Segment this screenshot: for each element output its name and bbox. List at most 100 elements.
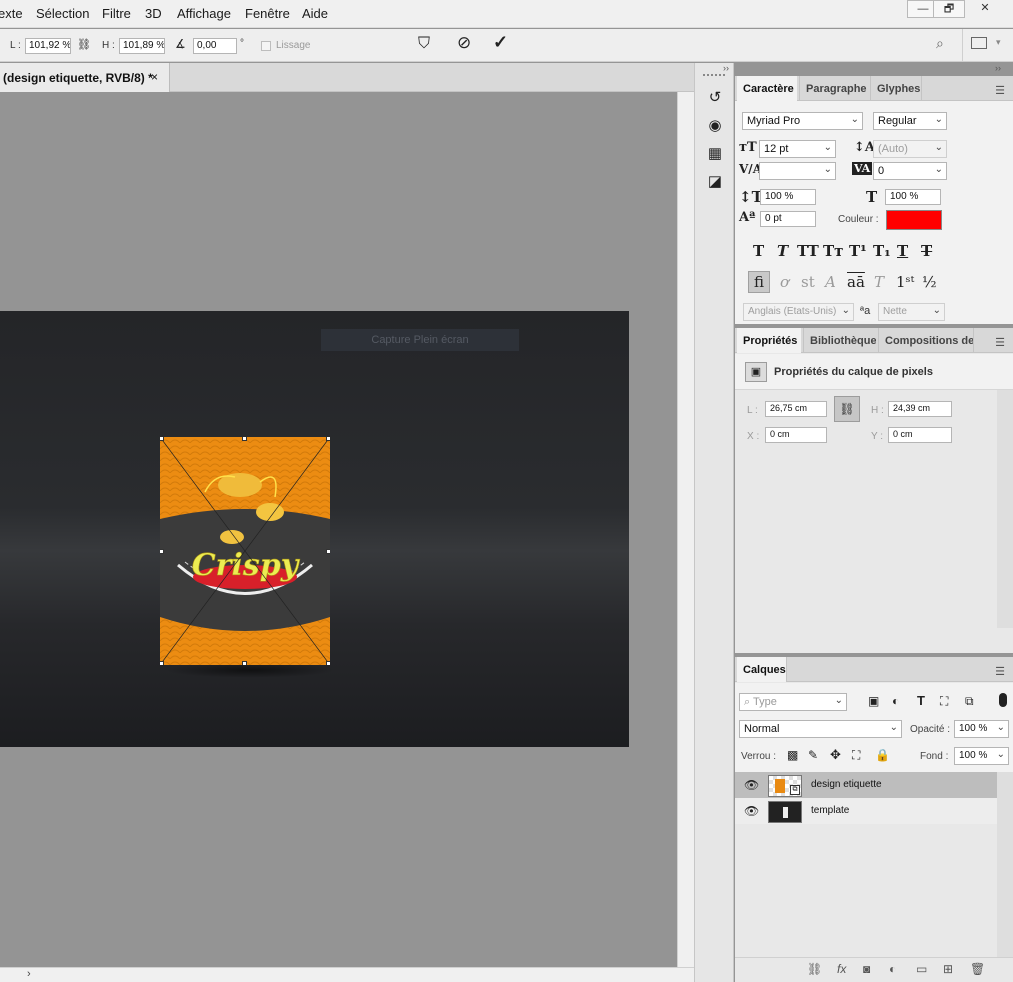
trash-icon[interactable]: 🗑 — [970, 962, 985, 976]
ordinals-icon[interactable]: 1ˢᵗ — [896, 273, 914, 291]
link-icon[interactable]: ⛓ — [77, 38, 91, 51]
new-group-icon[interactable]: ▭ — [916, 962, 927, 976]
all-caps-icon[interactable]: TT — [797, 242, 819, 260]
transform-handle[interactable] — [242, 437, 247, 441]
panel-menu-icon[interactable]: ☰ — [995, 336, 1005, 349]
language-select[interactable]: Anglais (Etats-Unis) ⌄ — [743, 303, 854, 321]
link-layers-icon[interactable]: ⛓ — [807, 962, 822, 976]
filter-adjustment-icon[interactable]: ◐ — [892, 694, 899, 708]
collapse-icon[interactable]: ›› — [723, 63, 729, 73]
history-icon[interactable]: ↺ — [705, 88, 725, 108]
fx-icon[interactable]: fx — [837, 962, 846, 976]
subscript-icon[interactable]: T₁ — [873, 242, 891, 260]
warp-icon[interactable]: ⛉ — [418, 35, 430, 53]
lock-artboard-icon[interactable]: ⛶ — [852, 748, 860, 763]
transform-handle[interactable] — [160, 661, 164, 665]
transform-handle[interactable] — [326, 661, 330, 665]
transform-handle[interactable] — [160, 549, 164, 554]
color-palette-icon[interactable]: ◉ — [705, 116, 725, 136]
tab-paragraphe[interactable]: Paragraphe — [799, 76, 869, 101]
lissage-checkbox[interactable] — [261, 41, 271, 51]
search-icon[interactable]: ⌕ — [936, 35, 944, 52]
transform-handle[interactable] — [160, 437, 164, 441]
document-tab[interactable]: (design etiquette, RVB/8) * × — [0, 63, 170, 92]
leading-field[interactable]: (Auto) ⌄ — [873, 140, 947, 158]
canvas-area[interactable]: Capture Plein écran Crispy — [0, 92, 677, 967]
filter-pixel-icon[interactable]: ▣ — [868, 694, 879, 708]
lock-transparency-icon[interactable]: ▩ — [787, 748, 798, 762]
label-design[interactable]: Crispy — [160, 437, 330, 665]
add-mask-icon[interactable]: ◙ — [863, 962, 870, 976]
old-style-icon[interactable]: ơ — [780, 273, 789, 291]
vertical-scrollbar[interactable] — [677, 92, 694, 967]
adjustment-layer-icon[interactable]: ◐ — [889, 962, 896, 976]
swatches-grid-icon[interactable]: ▦ — [705, 144, 725, 164]
antialias-select[interactable]: Nette ⌄ — [878, 303, 945, 321]
filter-toggle-icon[interactable] — [999, 693, 1007, 707]
stylistic-alternates-icon[interactable]: aā — [847, 273, 865, 291]
panel-menu-icon[interactable]: ☰ — [995, 84, 1005, 97]
menu-aide[interactable]: Aide — [302, 6, 328, 21]
chevron-down-icon[interactable]: ▾ — [996, 37, 1001, 48]
new-layer-icon[interactable]: ⊞ — [943, 962, 953, 976]
font-family-select[interactable]: Myriad Pro ⌄ — [742, 112, 863, 130]
lock-brush-icon[interactable]: ✎ — [808, 748, 818, 762]
close-window-button[interactable]: ✕ — [962, 0, 1008, 18]
eye-icon[interactable]: 👁 — [744, 778, 759, 792]
expand-icon[interactable]: ›› — [995, 63, 1001, 73]
transform-handle[interactable] — [326, 437, 330, 441]
strikethrough-icon[interactable]: T — [921, 242, 932, 260]
link-dimensions-icon[interactable]: ⛓ — [834, 396, 860, 422]
height-percent-field[interactable]: 101,89 % — [119, 38, 165, 54]
lock-move-icon[interactable]: ✥ — [830, 747, 841, 763]
horizontal-scale-field[interactable]: 100 % — [885, 189, 941, 205]
y-field[interactable]: 0 cm — [888, 427, 952, 443]
filter-shape-icon[interactable]: ⛶ — [940, 694, 948, 709]
small-caps-icon[interactable]: Tᴛ — [823, 242, 843, 260]
properties-scrollbar[interactable] — [997, 390, 1013, 628]
menu-selection[interactable]: Sélection — [36, 6, 89, 21]
cancel-transform-icon[interactable]: ⊘ — [457, 33, 471, 53]
height-cm-field[interactable]: 24,39 cm — [888, 401, 952, 417]
underline-icon[interactable]: T — [897, 242, 908, 260]
color-swatch[interactable] — [886, 210, 942, 230]
transform-handle[interactable] — [326, 549, 330, 554]
menu-texte[interactable]: exte — [0, 6, 23, 21]
superscript-icon[interactable]: T¹ — [849, 242, 867, 260]
vertical-scale-field[interactable]: 100 % — [760, 189, 816, 205]
angle-field[interactable]: 0,00 — [193, 38, 237, 54]
menu-fenetre[interactable]: Fenêtre — [245, 6, 290, 21]
panel-menu-icon[interactable]: ☰ — [995, 665, 1005, 678]
layer-filter-select[interactable]: ⌕ Type ⌄ — [739, 693, 847, 711]
faux-bold-icon[interactable]: T — [753, 242, 764, 260]
lock-all-icon[interactable]: 🔒 — [875, 748, 890, 762]
fractions-icon[interactable]: ½ — [922, 273, 937, 291]
tab-calques[interactable]: Calques — [737, 657, 787, 682]
menu-affichage[interactable]: Affichage — [177, 6, 231, 21]
layer-row-template[interactable]: 👁 template — [735, 798, 997, 824]
transform-handle[interactable] — [242, 661, 247, 665]
width-percent-field[interactable]: 101,92 % — [25, 38, 71, 54]
restore-button[interactable]: 🗗 — [933, 0, 965, 18]
baseline-field[interactable]: 0 pt — [760, 211, 816, 227]
tab-glyphes[interactable]: Glyphes — [870, 76, 922, 101]
tab-bibliotheques[interactable]: Bibliothèques — [803, 328, 876, 353]
adjustments-icon[interactable]: ◪ — [705, 172, 725, 192]
workspace-icon[interactable] — [971, 37, 987, 49]
x-field[interactable]: 0 cm — [765, 427, 827, 443]
opacity-field[interactable]: 100 % ⌄ — [954, 720, 1009, 738]
commit-transform-icon[interactable]: ✓ — [493, 32, 508, 53]
horizontal-scrollbar[interactable]: › — [0, 967, 694, 982]
chevron-right-icon[interactable]: › — [27, 968, 31, 980]
swash-icon[interactable]: A — [825, 273, 836, 291]
tab-caractere[interactable]: Caractère — [737, 76, 797, 101]
ligatures-icon[interactable]: fi — [748, 271, 770, 293]
menu-filtre[interactable]: Filtre — [102, 6, 131, 21]
layers-scrollbar[interactable] — [997, 772, 1013, 957]
eye-icon[interactable]: 👁 — [744, 804, 759, 818]
menu-3d[interactable]: 3D — [145, 6, 162, 21]
font-size-field[interactable]: 12 pt ⌄ — [759, 140, 836, 158]
faux-italic-icon[interactable]: T — [777, 242, 788, 260]
discretionary-ligatures-icon[interactable]: st — [801, 273, 815, 291]
blend-mode-select[interactable]: Normal ⌄ — [739, 720, 902, 738]
